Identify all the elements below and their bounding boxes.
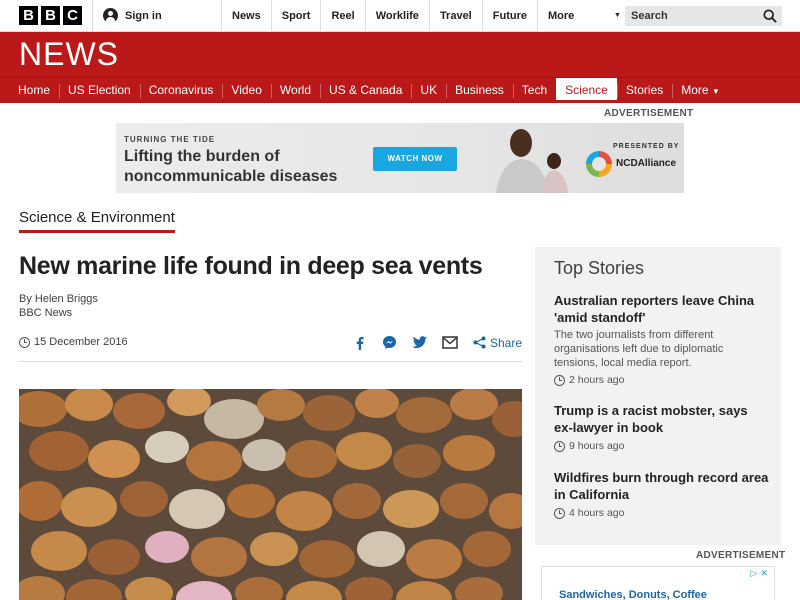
search-icon[interactable] [763,9,777,23]
top-story[interactable]: Australian reporters leave China 'amid s… [554,292,769,386]
story-title[interactable]: Wildfires burn through record area in Ca… [554,469,769,503]
news-nav-us-canada[interactable]: US & Canada [320,78,411,103]
sidebar-ad[interactable]: ▷ ✕ Sandwiches, Donuts, Coffee [541,566,775,600]
news-nav-home[interactable]: Home [9,78,59,103]
share-label: Share [489,335,522,350]
article-meta: 15 December 2016 Share [19,330,522,362]
chevron-down-icon: ▼ [614,12,621,19]
divider [92,0,93,32]
ad-controls: ▷ ✕ [751,568,768,579]
date-label: 15 December 2016 [34,336,128,348]
story-time-label: 9 hours ago [569,440,625,452]
clock-icon [19,336,30,348]
top-story[interactable]: Trump is a racist mobster, says ex-lawye… [554,402,769,452]
hero-image [19,389,522,600]
news-nav: Home US Election Coronavirus Video World… [0,77,800,103]
story-time-label: 2 hours ago [569,374,625,386]
story-timestamp: 2 hours ago [554,374,769,386]
user-icon [103,8,118,23]
nav-item-reel[interactable]: Reel [320,0,364,32]
ad-eyebrow: TURNING THE TIDE [124,135,216,144]
top-story[interactable]: Wildfires burn through record area in Ca… [554,469,769,519]
sidebar-ad-text: Sandwiches, Donuts, Coffee [559,589,707,600]
news-nav-science[interactable]: Science [556,78,617,103]
ad-info-icon[interactable]: ▷ [751,568,758,579]
top-stories-panel: Top Stories Australian reporters leave C… [535,247,781,545]
logo-letter: B [41,6,60,25]
story-timestamp: 4 hours ago [554,507,769,519]
deep-sea-snails-photo [19,389,522,600]
story-summary: The two journalists from different organ… [554,329,724,369]
byline-outlet: BBC News [19,307,73,319]
top-stories-title: Top Stories [554,258,645,278]
nav-item-news[interactable]: News [221,0,271,32]
sign-in-label: Sign in [125,9,162,22]
share-icon [473,336,486,349]
news-nav-stories[interactable]: Stories [616,78,672,103]
logo-letter: C [63,6,82,25]
advertisement-label: ADVERTISEMENT [604,108,694,119]
search-input[interactable]: Search [625,6,782,26]
byline: By Helen Briggs BBC News [19,292,98,320]
logo-letter: B [19,6,38,25]
story-timestamp: 9 hours ago [554,440,769,452]
global-nav: News Sport Reel Worklife Travel Future M… [221,0,631,32]
chevron-down-icon: ▼ [711,87,720,96]
ncd-alliance-logo-icon [586,151,612,177]
ad-presented-by: PRESENTED BY [613,143,680,150]
more-label: More [547,10,575,22]
news-nav-coronavirus[interactable]: Coronavirus [139,78,223,103]
share-button[interactable]: Share [473,336,522,350]
ad-headline: Lifting the burden of noncommunicable di… [124,148,338,185]
nav-item-sport[interactable]: Sport [270,0,321,32]
byline-author: By Helen Briggs [19,293,98,305]
search-placeholder: Search [631,10,668,22]
global-header: B B C Sign in News Sport Reel Worklife T… [0,0,800,32]
nav-item-travel[interactable]: Travel [428,0,482,32]
news-nav-world[interactable]: World [270,78,320,103]
share-tools: Share [353,335,522,350]
section-link[interactable]: Science & Environment [19,209,175,233]
news-logo[interactable]: NEWS [19,36,119,73]
news-nav-video[interactable]: Video [222,78,270,103]
nav-more-button[interactable]: More ▼ [536,0,631,32]
nav-item-worklife[interactable]: Worklife [364,0,429,32]
news-nav-us-election[interactable]: US Election [59,78,140,103]
ad-photo [496,129,568,193]
ad-watch-now-button[interactable]: WATCH NOW [373,147,457,171]
nav-item-future[interactable]: Future [481,0,537,32]
clock-icon [554,374,565,386]
twitter-icon[interactable] [411,336,427,349]
ad-close-icon[interactable]: ✕ [760,568,768,579]
clock-icon [554,440,565,452]
story-title[interactable]: Australian reporters leave China 'amid s… [554,292,769,326]
article-headline: New marine life found in deep sea vents [19,252,483,280]
ad-sponsor-name: NCDAlliance [616,158,677,169]
story-time-label: 4 hours ago [569,507,625,519]
facebook-icon[interactable] [353,336,367,350]
messenger-icon[interactable] [382,335,397,350]
clock-icon [554,507,565,519]
news-nav-more[interactable]: More ▼ [672,78,729,103]
sign-in-link[interactable]: Sign in [103,8,162,23]
news-banner: NEWS [0,32,800,77]
article-date: 15 December 2016 [19,336,128,348]
ad-banner[interactable]: TURNING THE TIDE Lifting the burden of n… [116,123,684,193]
news-nav-tech[interactable]: Tech [512,78,556,103]
news-nav-more-label: More [681,83,709,97]
email-icon[interactable] [442,336,458,349]
news-nav-business[interactable]: Business [446,78,513,103]
news-nav-uk[interactable]: UK [411,78,446,103]
story-title[interactable]: Trump is a racist mobster, says ex-lawye… [554,402,769,436]
advertisement-label: ADVERTISEMENT [696,550,786,561]
bbc-logo[interactable]: B B C [19,6,82,25]
